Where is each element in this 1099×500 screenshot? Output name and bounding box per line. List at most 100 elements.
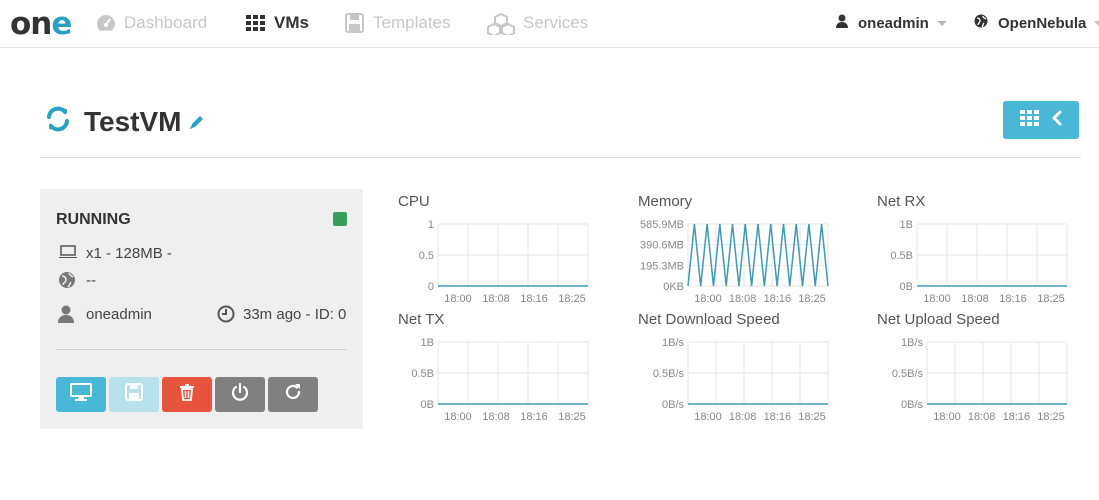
grid-icon [1020,109,1040,131]
laptop-icon [58,244,78,262]
x-tick-label: 18:25 [1037,293,1065,305]
chevron-down-icon [1094,20,1099,26]
opennebula-logo[interactable]: one [10,6,72,42]
vnc-button[interactable] [56,377,106,412]
chart-cpu: CPU 1 0.5 0 18:00 18:08 18:16 18:25 [398,193,608,308]
nav-vms[interactable]: VMs [245,12,309,34]
globe-icon [974,14,988,32]
x-tick-label: 18:25 [798,411,826,423]
x-tick-label: 18:00 [933,411,961,423]
zone-menu[interactable]: OpenNebula [974,14,1099,32]
vm-actions [56,377,321,412]
user-icon [58,305,78,323]
floppy-icon [344,13,366,33]
x-tick-label: 18:00 [444,411,472,423]
vm-owner: oneadmin [86,305,152,323]
globe-icon [58,271,78,289]
monitor-icon [70,383,92,406]
x-tick-label: 18:25 [558,293,586,305]
y-tick-label: 0B/s [662,399,685,411]
chevron-down-icon [936,20,947,26]
vm-capacity: x1 - 128MB - [86,244,172,262]
status-indicator [333,212,347,226]
chart-net-tx: Net TX 1B 0.5B 0B 18:00 18:08 18:16 18:25 [398,311,608,426]
nav-dashboard[interactable]: Dashboard [95,12,207,34]
nav-templates[interactable]: Templates [344,12,450,34]
x-tick-label: 18:08 [482,411,510,423]
ips-row: -- [58,271,96,289]
capacity-row: x1 - 128MB - [58,244,172,262]
chart-net-download-speed: Net Download Speed 1B/s 0.5B/s 0B/s 18:00 18… [638,311,848,426]
clock-icon [217,305,235,323]
vm-header: TestVM [44,105,206,138]
y-tick-label: 195.3MB [640,260,684,272]
x-tick-label: 18:00 [694,411,722,423]
x-tick-label: 18:16 [764,411,792,423]
x-tick-label: 18:16 [520,411,548,423]
x-tick-label: 18:16 [764,293,792,305]
y-tick-label: 0B [900,281,913,293]
power-off-button[interactable] [215,377,265,412]
chevron-left-icon [1052,110,1062,131]
x-tick-label: 18:00 [694,293,722,305]
y-tick-label: 0.5 [419,250,434,262]
pencil-icon[interactable] [188,113,206,136]
user-name: oneadmin [858,14,929,32]
age-row: 33m ago - ID: 0 [217,305,346,323]
vm-name: TestVM [84,105,182,137]
y-tick-label: 0.5B/s [653,368,685,380]
y-tick-label: 1B/s [901,337,924,349]
x-tick-label: 18:00 [444,293,472,305]
y-tick-label: 0B [421,399,434,411]
nav-services[interactable]: Services [486,12,589,38]
x-tick-label: 18:08 [729,293,757,305]
nav-templates-label: Templates [373,13,451,32]
y-tick-label: 1 [428,219,434,231]
x-tick-label: 18:16 [999,293,1027,305]
zone-name: OpenNebula [998,14,1087,32]
nav-vms-label: VMs [274,13,309,32]
y-tick-label: 390.6MB [640,240,684,252]
x-tick-label: 18:25 [558,411,586,423]
vm-state: RUNNING [56,211,131,228]
dashboard-icon [95,13,117,33]
user-icon [836,14,848,32]
y-tick-label: 0.5B/s [892,368,924,380]
refresh-icon[interactable] [44,105,72,138]
top-navbar: one Dashboard VMs Templates Services one… [0,0,1099,48]
logo-text: on [10,6,52,42]
chart-net-rx: Net RX 1B 0.5B 0B 18:00 18:08 18:16 18:25 [877,193,1087,308]
cubes-icon [486,12,516,38]
owner-row: oneadmin [58,305,152,323]
x-tick-label: 18:08 [961,293,989,305]
save-as-template-button[interactable] [109,377,159,412]
vm-age-id: 33m ago - ID: 0 [243,305,347,323]
x-tick-label: 18:08 [968,411,996,423]
chart-memory: Memory 585.9MB 390.6MB 195.3MB 0KB 18:00 18:0… [638,193,848,308]
delete-button[interactable] [162,377,212,412]
y-tick-label: 585.9MB [640,219,684,231]
user-menu[interactable]: oneadmin [836,14,947,32]
vm-ips: -- [86,271,96,289]
reboot-button[interactable] [268,377,318,412]
grid-icon [245,13,267,33]
series-line [687,223,829,287]
y-tick-label: 0B/s [901,399,924,411]
y-tick-label: 1B/s [662,337,685,349]
panel-divider [56,349,347,350]
nav-services-label: Services [523,13,589,32]
x-tick-label: 18:08 [482,293,510,305]
nav-dashboard-label: Dashboard [124,13,208,32]
y-tick-label: 0KB [663,281,684,293]
x-tick-label: 18:25 [1037,411,1065,423]
x-tick-label: 18:00 [923,293,951,305]
x-tick-label: 18:16 [520,293,548,305]
back-to-list-button[interactable] [1003,101,1079,139]
logo-accent: e [51,6,72,42]
y-tick-label: 0.5B [890,250,913,262]
x-tick-label: 18:16 [1003,411,1031,423]
x-tick-label: 18:25 [798,293,826,305]
power-icon [231,382,249,406]
trash-icon [179,383,195,406]
y-tick-label: 1B [900,219,913,231]
